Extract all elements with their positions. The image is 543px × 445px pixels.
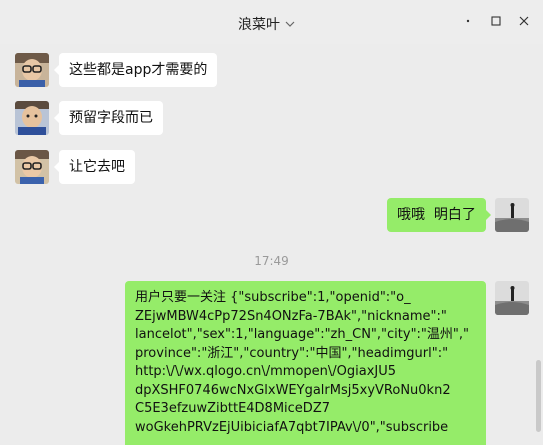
message-line: lancelot","sex":1,"language":"zh_CN","ci…	[135, 327, 469, 342]
message-line: C5E3efzuwZibttE4D8MiceDZ7	[135, 401, 330, 416]
title-bar: 浪菜叶	[0, 0, 543, 44]
message-bubble[interactable]: 这些都是app才需要的	[53, 53, 218, 87]
message-timestamp: 17:49	[254, 254, 289, 268]
message-bubble[interactable]: 让它去吧	[54, 150, 135, 184]
chevron-down-icon	[285, 21, 295, 27]
message-line: 用户只要一关注 {"subscribe":1,"openid":"o_	[135, 290, 411, 305]
message-text: 预留字段而已	[69, 110, 153, 126]
avatar[interactable]	[15, 101, 49, 135]
message-text: 这些都是app才需要的	[69, 62, 208, 78]
chat-title-dropdown[interactable]: 浪菜叶	[238, 14, 296, 34]
message-text: 哦哦 明白了	[397, 207, 476, 223]
message-line: http:\/\/wx.qlogo.cn\/mmopen\/OgiaxJU5	[135, 364, 397, 379]
message-line: dpXSHF0746wcNxGlxWEYgalrMsj5xyVRoNu0kn2	[135, 382, 451, 398]
avatar[interactable]	[495, 281, 529, 315]
message-line: province":"浙江","country":"中国","headimgur…	[135, 345, 449, 361]
message-bubble[interactable]: 哦哦 明白了	[387, 198, 491, 232]
avatar[interactable]	[495, 198, 529, 232]
chat-title: 浪菜叶	[238, 17, 280, 33]
long-message-bubble[interactable]: 用户只要一关注 {"subscribe":1,"openid":"o_ ZEjw…	[125, 281, 486, 445]
message-bubble[interactable]: 预留字段而已	[54, 101, 163, 135]
message-line: woGkehPRVzEjUibiciafA7qbt7IPAv\/0","subs…	[135, 419, 449, 435]
message-text: 让它去吧	[69, 159, 125, 175]
pin-icon[interactable]	[459, 12, 477, 30]
scrollbar-thumb[interactable]	[536, 360, 541, 432]
avatar[interactable]	[15, 53, 49, 87]
maximize-icon[interactable]	[487, 12, 505, 30]
avatar[interactable]	[15, 150, 49, 184]
chat-area: 这些都是app才需要的 预留字段而已 让它去吧 哦哦 明白了 17:49 用户只…	[0, 44, 543, 445]
close-icon[interactable]	[515, 12, 533, 30]
message-line: ZEjwMBW4cPp72Sn4ONzFa-7BAk","nickname":"	[135, 308, 447, 324]
